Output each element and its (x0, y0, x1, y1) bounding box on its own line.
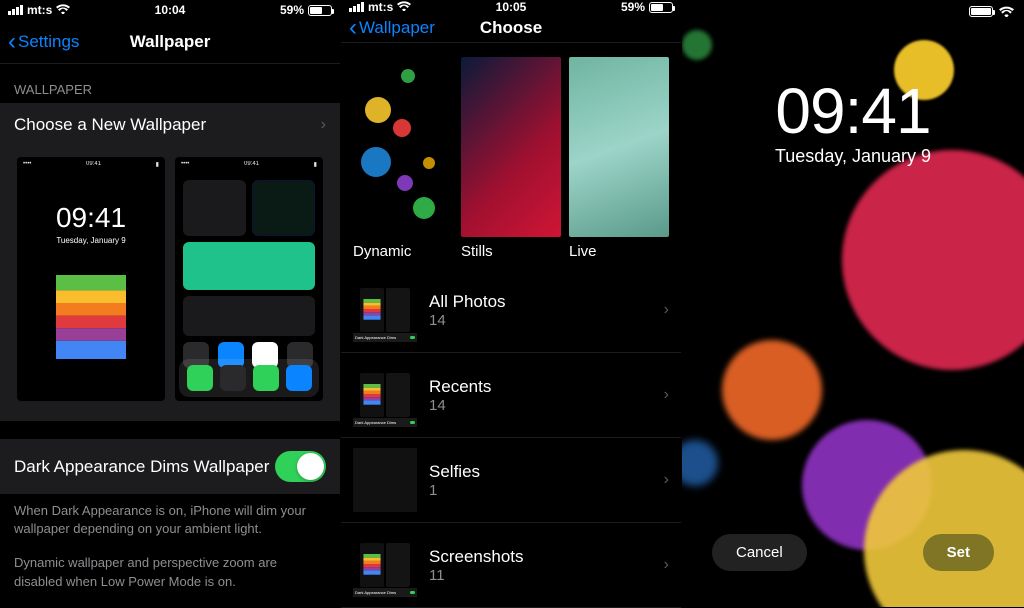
clock-label: 10:05 (496, 0, 527, 14)
wallpaper-previews: ••••09:41▮ 09:41 Tuesday, January 9 ••••… (0, 147, 340, 421)
dark-dims-toggle[interactable] (275, 451, 326, 482)
toggle-label: Dark Appearance Dims Wallpaper (14, 457, 269, 477)
wifi-icon (397, 1, 411, 14)
choose-new-wallpaper-button[interactable]: Choose a New Wallpaper › (0, 103, 340, 147)
clock-label: 10:04 (155, 3, 186, 17)
dynamic-thumb (353, 57, 453, 237)
battery-percent: 59% (280, 3, 304, 17)
album-thumb: Dark Appearance Dims (353, 533, 417, 597)
category-label: Dynamic (353, 243, 453, 260)
category-dynamic[interactable]: Dynamic (353, 57, 453, 260)
stills-thumb (461, 57, 561, 237)
choose-label: Choose a New Wallpaper (14, 115, 206, 135)
section-header: WALLPAPER (0, 64, 340, 103)
lock-time: 09:41 (56, 202, 126, 234)
nav-title: Wallpaper (130, 32, 211, 52)
apple-logo-icon (56, 275, 126, 359)
album-selfies[interactable]: Selfies 1 › (341, 438, 681, 523)
wifi-icon (999, 6, 1014, 20)
album-name: Recents (429, 377, 652, 397)
nav-bar: ‹ Wallpaper Choose (341, 14, 681, 43)
lock-date: Tuesday, January 9 (56, 236, 125, 245)
carrier-label: mt:s (27, 3, 52, 17)
category-stills[interactable]: Stills (461, 57, 561, 260)
battery-percent: 59% (621, 0, 645, 14)
back-button[interactable]: ‹ Wallpaper (341, 14, 443, 42)
albums-list: Dark Appearance Dims All Photos 14 › Dar… (341, 268, 681, 608)
album-recents[interactable]: Dark Appearance Dims Recents 14 › (341, 353, 681, 438)
back-label: Settings (18, 32, 79, 52)
battery-icon (308, 5, 332, 16)
carrier-label: mt:s (368, 0, 393, 14)
category-label: Live (569, 243, 669, 260)
cancel-button[interactable]: Cancel (712, 534, 807, 571)
category-live[interactable]: Live (569, 57, 669, 260)
nav-bar: ‹ Settings Wallpaper (0, 20, 340, 64)
battery-icon (649, 2, 673, 13)
lock-screen-preview[interactable]: ••••09:41▮ 09:41 Tuesday, January 9 (17, 157, 165, 401)
chevron-left-icon: ‹ (349, 14, 357, 42)
album-name: Screenshots (429, 547, 652, 567)
dark-dims-toggle-row: Dark Appearance Dims Wallpaper (0, 439, 340, 494)
nav-title: Choose (480, 18, 542, 38)
preview-time: 09:41 (775, 74, 930, 148)
album-all-photos[interactable]: Dark Appearance Dims All Photos 14 › (341, 268, 681, 353)
set-button[interactable]: Set (923, 534, 994, 571)
live-thumb (569, 57, 669, 237)
status-bar: mt:s 10:04 59% (0, 0, 340, 20)
album-count: 1 (429, 482, 652, 499)
panel-wallpaper-preview: 09:41 Tuesday, January 9 Cancel Set (682, 0, 1024, 607)
back-button[interactable]: ‹ Settings (0, 28, 87, 56)
panel-choose-wallpaper: mt:s 10:05 59% ‹ Wallpaper Choose Dynami… (341, 0, 682, 607)
album-thumb: Dark Appearance Dims (353, 363, 417, 427)
chevron-right-icon: › (321, 116, 326, 134)
signal-icon (8, 5, 23, 15)
preview-date: Tuesday, January 9 (775, 146, 931, 167)
footer-text-2: Dynamic wallpaper and perspective zoom a… (0, 546, 340, 598)
action-buttons: Cancel Set (682, 534, 1024, 571)
album-count: 11 (429, 567, 652, 584)
chevron-left-icon: ‹ (8, 28, 16, 56)
chevron-right-icon: › (664, 471, 669, 489)
status-bar (682, 0, 1024, 26)
panel-wallpaper-settings: mt:s 10:04 59% ‹ Settings Wallpaper WALL… (0, 0, 341, 607)
signal-icon (349, 2, 364, 12)
category-label: Stills (461, 243, 561, 260)
album-count: 14 (429, 312, 652, 329)
back-label: Wallpaper (359, 18, 435, 38)
footer-text-1: When Dark Appearance is on, iPhone will … (0, 494, 340, 546)
chevron-right-icon: › (664, 556, 669, 574)
battery-icon (969, 6, 993, 17)
album-thumb (353, 448, 417, 512)
chevron-right-icon: › (664, 386, 669, 404)
status-bar: mt:s 10:05 59% (341, 0, 681, 14)
home-screen-preview[interactable]: ••••09:41▮ (175, 157, 323, 401)
album-name: Selfies (429, 462, 652, 482)
wifi-icon (56, 4, 70, 17)
wallpaper-categories: Dynamic Stills Live (341, 43, 681, 268)
album-name: All Photos (429, 292, 652, 312)
lock-screen-overlay: 09:41 Tuesday, January 9 (682, 74, 1024, 167)
chevron-right-icon: › (664, 301, 669, 319)
album-count: 14 (429, 397, 652, 414)
album-thumb: Dark Appearance Dims (353, 278, 417, 342)
album-screenshots[interactable]: Dark Appearance Dims Screenshots 11 › (341, 523, 681, 608)
